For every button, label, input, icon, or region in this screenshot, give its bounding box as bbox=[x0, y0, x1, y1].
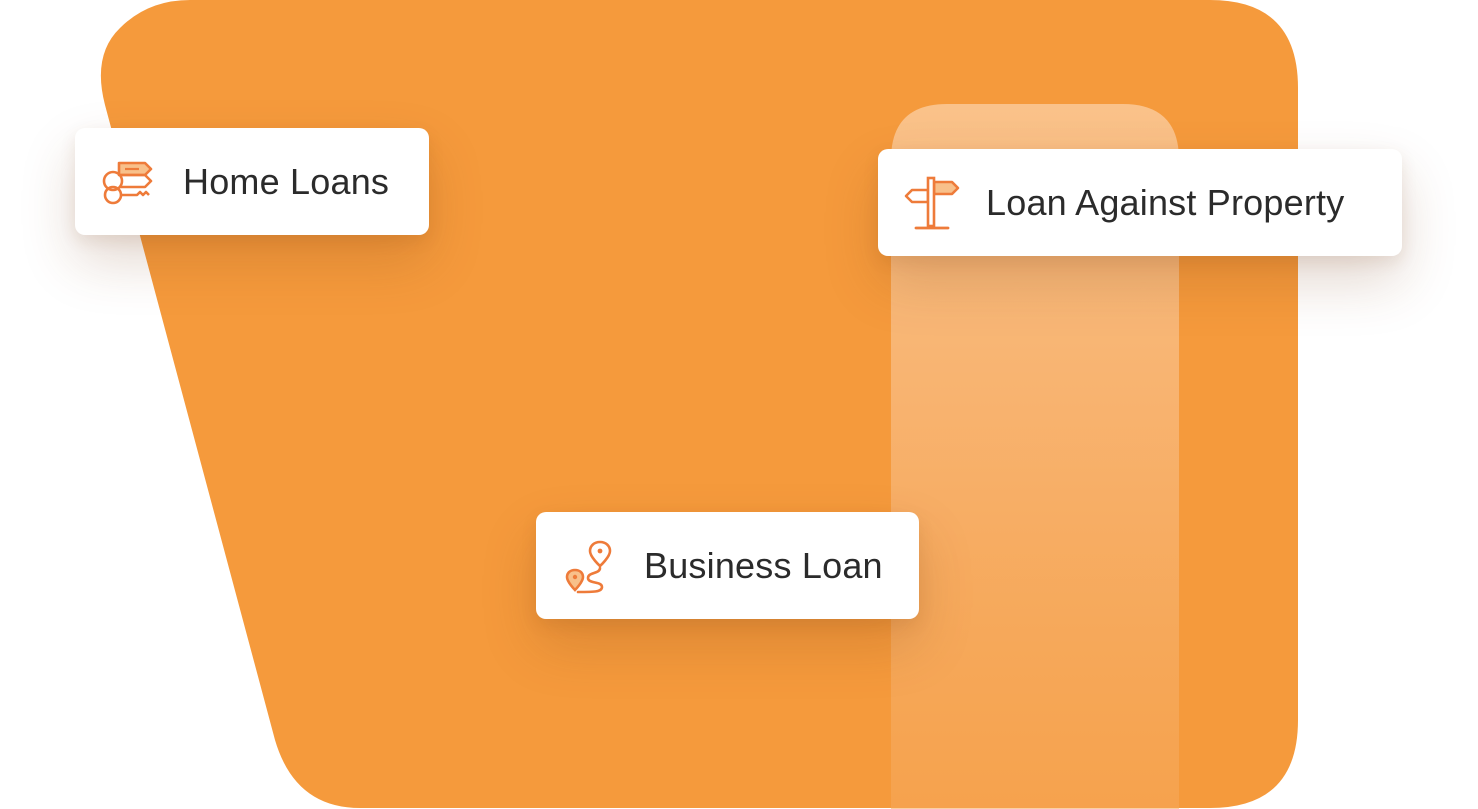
loan-against-property-label: Loan Against Property bbox=[986, 181, 1345, 223]
business-loan-label: Business Loan bbox=[644, 544, 883, 586]
loan-products-illustration: Home Loans Loan Against Property Busines… bbox=[0, 0, 1478, 809]
home-loans-label: Home Loans bbox=[183, 160, 390, 202]
orange-background-shape bbox=[100, 0, 1298, 809]
signpost-icon bbox=[904, 174, 960, 232]
business-loan-card[interactable]: Business Loan bbox=[536, 512, 919, 619]
home-loans-card[interactable]: Home Loans bbox=[75, 128, 429, 235]
keys-with-tag-icon bbox=[101, 157, 157, 207]
loan-against-property-card[interactable]: Loan Against Property bbox=[878, 149, 1402, 256]
route-map-pin-icon bbox=[564, 538, 612, 594]
